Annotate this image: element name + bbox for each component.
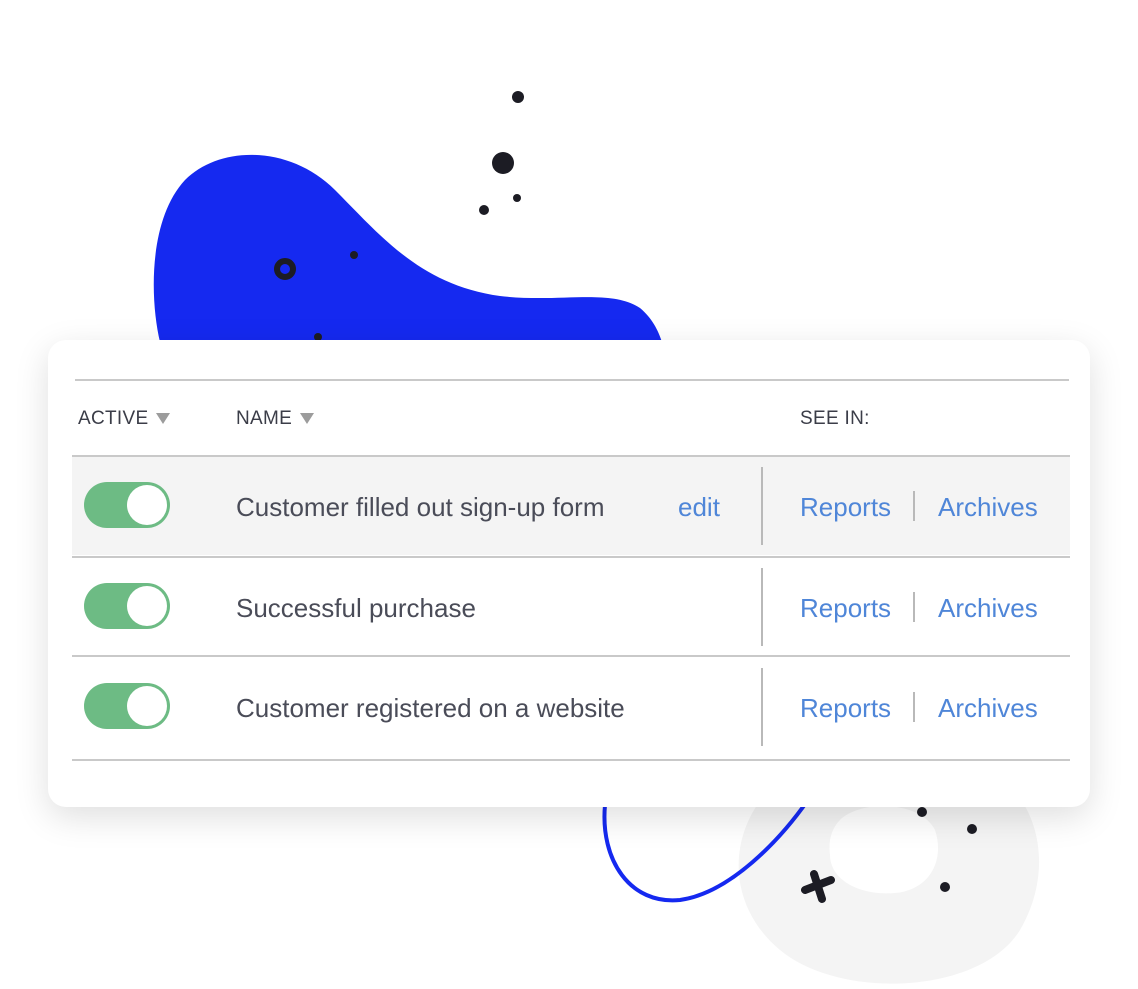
column-header-see-in: SEE IN: [800,407,870,431]
column-header-see-in-label: SEE IN: [800,408,870,429]
small-dot [967,824,977,834]
column-header-name[interactable]: NAME [236,407,315,431]
large-dot [492,152,514,174]
link-divider [913,592,915,622]
column-divider [761,568,763,646]
link-divider [913,491,915,521]
toggle-knob [127,686,167,726]
event-name: Customer registered on a website [236,693,625,723]
toggle-knob [127,586,167,626]
reports-link[interactable]: Reports [800,692,891,724]
table-row: Successful purchase Reports Archives [72,558,1070,656]
event-name: Successful purchase [236,593,476,623]
small-dot [940,882,950,892]
column-header-name-label: NAME [236,408,293,429]
link-divider [913,692,915,722]
table-row: Customer registered on a website Reports… [72,658,1070,756]
table-top-divider [75,379,1069,381]
reports-link[interactable]: Reports [800,491,891,523]
event-name: Customer filled out sign-up form [236,492,605,522]
row-divider [72,655,1070,657]
archives-link[interactable]: Archives [938,692,1038,724]
small-dot [350,251,358,259]
column-divider [761,668,763,746]
archives-link[interactable]: Archives [938,491,1038,523]
small-dot [513,194,521,202]
sort-down-icon[interactable] [300,413,315,424]
column-header-active[interactable]: ACTIVE [78,407,171,431]
archives-link[interactable]: Archives [938,592,1038,624]
sort-down-icon[interactable] [156,413,171,424]
small-dot [512,91,524,103]
table-bottom-divider [72,759,1070,761]
edit-link[interactable]: edit [678,491,720,523]
toggle-knob [127,485,167,525]
active-toggle[interactable] [84,683,170,729]
reports-link[interactable]: Reports [800,592,891,624]
column-divider [761,467,763,545]
small-dot [479,205,489,215]
active-toggle[interactable] [84,583,170,629]
column-header-active-label: ACTIVE [78,408,149,429]
table-row: Customer filled out sign-up form edit Re… [72,457,1070,555]
active-toggle[interactable] [84,482,170,528]
small-dot [917,807,927,817]
blue-blob-shape [153,154,662,342]
